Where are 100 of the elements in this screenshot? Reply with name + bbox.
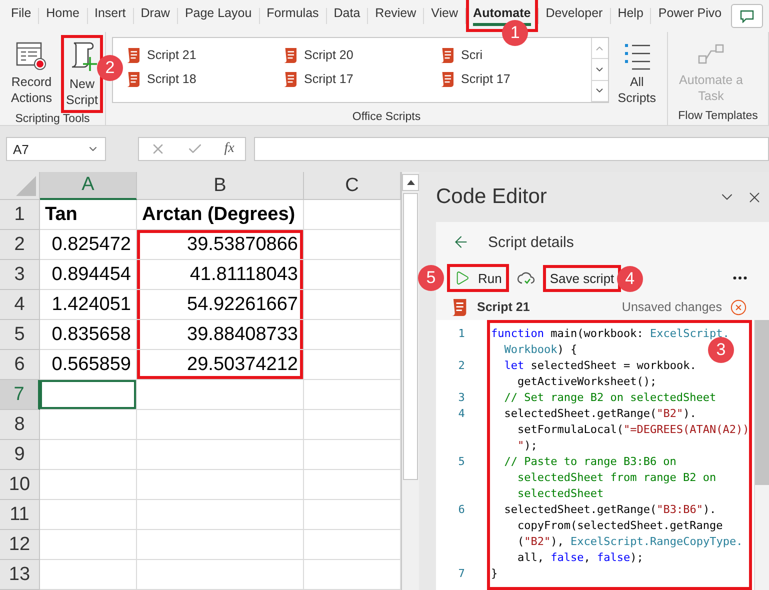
table-cell[interactable]: Arctan (Degrees) xyxy=(137,200,304,230)
table-cell[interactable]: 0.894454 xyxy=(40,260,137,290)
table-cell[interactable]: 0.835658 xyxy=(40,320,137,350)
code-line: selectedSheet xyxy=(516,486,604,502)
all-scripts-button[interactable]: All Scripts xyxy=(612,35,661,111)
vertical-scrollbar[interactable] xyxy=(401,172,419,590)
row-header[interactable]: 6 xyxy=(0,350,40,380)
table-cell[interactable]: 0.825472 xyxy=(40,230,137,260)
table-cell[interactable] xyxy=(40,560,137,590)
script-name: Script 21 xyxy=(477,300,530,314)
row-header[interactable]: 3 xyxy=(0,260,40,290)
script-item[interactable]: Script 20 xyxy=(284,43,354,67)
line-number: 5 xyxy=(457,454,466,470)
ribbon-tab[interactable]: Formulas xyxy=(260,0,326,32)
table-cell[interactable] xyxy=(137,410,304,440)
table-cell[interactable]: 39.88408733 xyxy=(137,320,304,350)
table-cell[interactable] xyxy=(137,530,304,560)
code-line: selectedSheet from range B2 on xyxy=(516,470,716,486)
code-line: copyFrom(selectedSheet.getRange xyxy=(516,518,723,534)
play-icon xyxy=(454,270,470,286)
scroll-up-icon xyxy=(406,180,414,185)
row-header[interactable]: 12 xyxy=(0,530,40,560)
script-item[interactable]: Script 21 xyxy=(127,43,196,67)
pane-title: Code Editor xyxy=(436,185,547,209)
script-item[interactable]: Script 18 xyxy=(127,67,196,91)
line-number: 1 xyxy=(457,326,466,342)
script-icon xyxy=(284,72,299,86)
group-label: Scripting Tools xyxy=(14,113,91,127)
ribbon-tab[interactable]: Insert xyxy=(88,0,133,32)
code-line: ("B2"), ExcelScript.RangeCopyType. xyxy=(516,534,743,550)
table-cell[interactable] xyxy=(40,530,137,560)
new-script-button[interactable]: New Script xyxy=(60,35,103,113)
group-label: Office Scripts xyxy=(351,111,422,125)
code-line: selectedSheet.getRange("B3:B6"). xyxy=(503,502,716,518)
table-cell[interactable]: 0.565859 xyxy=(40,350,137,380)
ribbon-tab[interactable]: Data xyxy=(326,0,368,32)
cloud-icon[interactable] xyxy=(516,271,535,285)
column-header[interactable]: B xyxy=(137,172,304,200)
table-cell[interactable]: 39.53870866 xyxy=(137,230,304,260)
table-cell[interactable]: Tan xyxy=(40,200,137,230)
formula-input-field[interactable] xyxy=(254,137,769,161)
table-cell[interactable]: 41.81118043 xyxy=(137,260,304,290)
record-actions-button[interactable]: Record Actions xyxy=(6,35,57,111)
run-button[interactable]: Run xyxy=(447,264,509,292)
ribbon-tab[interactable]: Power Pivo xyxy=(651,0,729,32)
row-header[interactable]: 7 xyxy=(0,380,40,410)
line-number: 6 xyxy=(457,502,466,518)
script-icon xyxy=(284,48,299,62)
editor-scrollbar[interactable] xyxy=(754,320,769,590)
code-line: setFormulaLocal("=DEGREES(ATAN(A2)) xyxy=(516,422,750,438)
ribbon-tab[interactable]: Review xyxy=(368,0,424,32)
code-line: } xyxy=(490,566,498,582)
table-cell[interactable] xyxy=(137,560,304,590)
row-header[interactable]: 5 xyxy=(0,320,40,350)
ribbon-tab[interactable]: Home xyxy=(39,0,86,32)
ribbon-tab[interactable]: View xyxy=(424,0,466,32)
comments-button[interactable] xyxy=(731,4,763,28)
table-cell[interactable] xyxy=(137,500,304,530)
table-cell[interactable] xyxy=(137,440,304,470)
script-item[interactable]: Script 17 xyxy=(441,67,510,91)
panel-heading: Script details xyxy=(488,234,574,250)
script-item[interactable]: Script 17 xyxy=(284,67,354,91)
row-header[interactable]: 10 xyxy=(0,470,40,500)
row-header[interactable]: 8 xyxy=(0,410,40,440)
table-cell[interactable] xyxy=(40,410,137,440)
row-header[interactable]: 4 xyxy=(0,290,40,320)
table-cell[interactable] xyxy=(40,470,137,500)
ribbon-tab[interactable]: Help xyxy=(610,0,650,32)
ribbon-tab[interactable]: Draw xyxy=(134,0,177,32)
ribbon-tab[interactable]: File xyxy=(4,0,38,32)
table-cell[interactable]: 54.92261667 xyxy=(137,290,304,320)
comment-icon xyxy=(740,10,754,22)
name-box[interactable]: A7 xyxy=(6,137,106,161)
script-icon xyxy=(441,72,456,86)
table-cell[interactable] xyxy=(137,380,304,410)
row-header[interactable]: 9 xyxy=(0,440,40,470)
row-header[interactable]: 2 xyxy=(0,230,40,260)
table-cell[interactable] xyxy=(40,380,137,410)
row-header[interactable]: 13 xyxy=(0,560,40,590)
table-cell[interactable] xyxy=(40,500,137,530)
table-cell[interactable]: 29.50374212 xyxy=(137,350,304,380)
script-item[interactable]: Scri xyxy=(441,43,483,67)
ribbon-tab[interactable]: Developer xyxy=(538,0,610,32)
row-header[interactable]: 1 xyxy=(0,200,40,230)
callout-badge: 5 xyxy=(418,265,444,291)
close-circle-icon[interactable] xyxy=(730,298,747,316)
script-icon xyxy=(441,48,456,62)
code-line: // Set range B2 on selectedSheet xyxy=(503,390,716,406)
column-header[interactable]: C xyxy=(304,172,401,200)
column-header[interactable]: A xyxy=(40,172,137,200)
row-header[interactable]: 11 xyxy=(0,500,40,530)
line-number: 3 xyxy=(457,390,466,406)
ribbon-tab[interactable]: Page Layou xyxy=(178,0,259,32)
code-editor-field[interactable] xyxy=(487,320,752,590)
group-label: Flow Templates xyxy=(677,110,759,124)
insert-function-button[interactable]: fx xyxy=(224,141,234,157)
table-cell[interactable] xyxy=(40,440,137,470)
table-cell[interactable]: 1.424051 xyxy=(40,290,137,320)
select-all-icon[interactable] xyxy=(16,176,36,196)
table-cell[interactable] xyxy=(137,470,304,500)
